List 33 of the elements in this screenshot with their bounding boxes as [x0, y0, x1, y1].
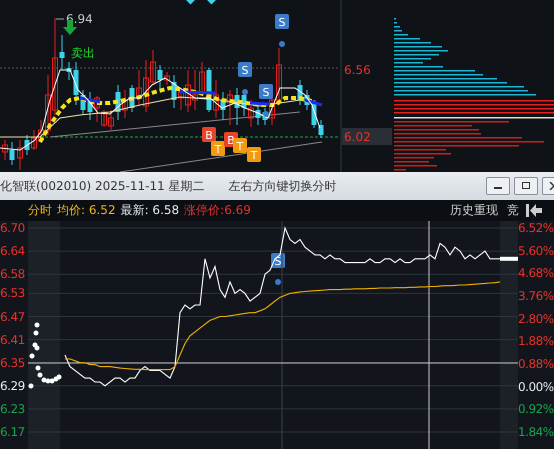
price-axis-label: 6.41 [0, 332, 25, 347]
hint-text: 左右方向键切换分时 [228, 178, 337, 194]
average-price: 均价: 6.52 [57, 202, 116, 219]
sell-signal-label: 卖出 [71, 46, 95, 60]
price-axis-label: 6.29 [0, 378, 25, 393]
price-axis-label: 6.17 [0, 425, 25, 439]
price-axis-label: 6.23 [0, 402, 25, 416]
percent-axis-label: 0.00% [518, 380, 554, 394]
percent-axis-label: 0.92% [518, 402, 554, 416]
window-title: 化智联(002010) 2025-11-11 星期二 [0, 178, 205, 194]
price-axis-label: 6.47 [0, 310, 25, 324]
percent-axis-label: 1.84% [518, 424, 554, 439]
percent-axis-label: 3.76% [518, 288, 554, 303]
price-axis-label: 6.53 [0, 286, 25, 300]
trade-marker: B [202, 127, 216, 142]
percent-axis-label: 4.68% [518, 266, 554, 280]
price-axis-label: 6.56 [344, 63, 371, 77]
price-axis-label: 6.35 [0, 356, 25, 370]
mode-label: 分时 [28, 202, 52, 219]
price-axis-label: 6.64 [0, 244, 25, 258]
trade-marker: T [211, 141, 225, 156]
trade-marker: T [247, 147, 261, 162]
percent-axis-label: 6.52% [518, 221, 554, 235]
price-axis-label: 6.70 [0, 221, 25, 235]
percent-axis-label: 1.88% [518, 334, 554, 348]
percent-axis-label: 2.80% [518, 312, 554, 326]
trade-marker: T [233, 138, 247, 153]
percent-axis-label: 0.88% [518, 356, 554, 371]
price-axis-label: 6.02 [344, 130, 371, 144]
percent-axis-label: 5.60% [518, 244, 554, 258]
limit-up-price: 涨停价:6.69 [184, 202, 251, 219]
price-axis-label: 6.58 [0, 267, 25, 282]
latest-price: 最新: 6.58 [120, 202, 180, 219]
